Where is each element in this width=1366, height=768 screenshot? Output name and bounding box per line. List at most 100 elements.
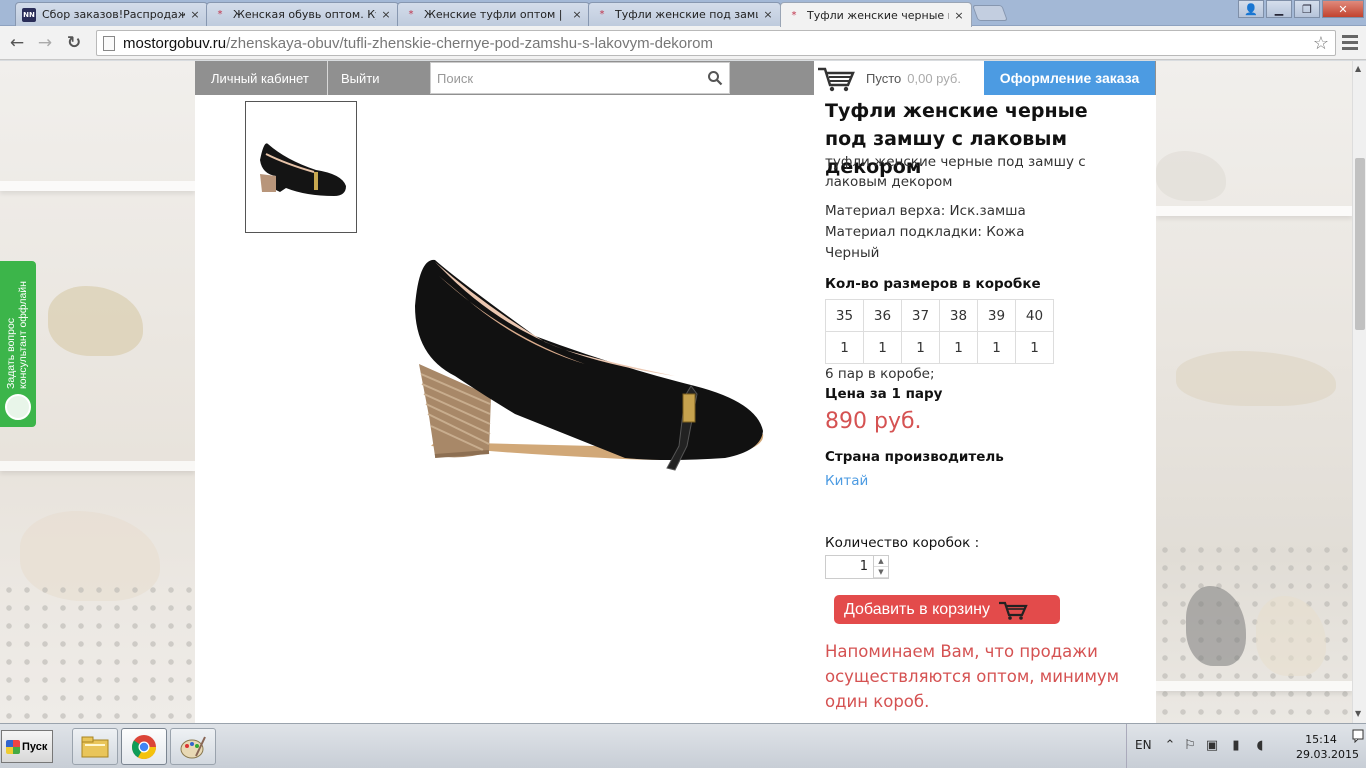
- taskbar-paint[interactable]: [170, 728, 216, 765]
- taskbar-explorer[interactable]: [72, 728, 118, 765]
- tab-close-icon[interactable]: ×: [380, 8, 392, 21]
- add-to-cart-label: Добавить в корзину: [844, 600, 991, 618]
- new-tab-button[interactable]: [972, 5, 1008, 21]
- system-clock[interactable]: 15:14 29.03.2015: [1296, 732, 1359, 762]
- user-profile-icon[interactable]: 👤: [1238, 0, 1264, 18]
- browser-tab-strip: NN Сбор заказов!Распродажа до × * Женска…: [0, 0, 1366, 27]
- chrome-icon: [132, 734, 156, 759]
- sizes-table: 35 36 37 38 39 40 1 1 1 1 1 1: [825, 299, 1054, 364]
- forward-button[interactable]: →: [34, 32, 56, 54]
- minimize-window-button[interactable]: ▁: [1266, 0, 1292, 18]
- volume-icon[interactable]: ◖: [1253, 739, 1267, 753]
- network-signal-icon[interactable]: ▮: [1229, 739, 1243, 753]
- search-icon[interactable]: [707, 70, 723, 86]
- language-indicator[interactable]: EN: [1135, 738, 1152, 752]
- vertical-scrollbar[interactable]: ▲ ▼: [1352, 61, 1366, 723]
- tab-close-icon[interactable]: ×: [762, 8, 774, 21]
- tab-label: Туфли женские черные под: [807, 8, 949, 22]
- page-icon: [103, 35, 115, 51]
- checkout-button[interactable]: Оформление заказа: [984, 61, 1155, 95]
- count-cell: 1: [825, 331, 864, 364]
- nav-divider: [327, 61, 328, 95]
- scrollbar-thumb[interactable]: [1355, 158, 1365, 330]
- reload-button[interactable]: ↻: [63, 32, 85, 54]
- add-to-cart-button[interactable]: Добавить в корзину: [834, 595, 1060, 624]
- browser-tab-2[interactable]: * Женская обувь оптом. Купить ×: [206, 2, 399, 26]
- count-cell: 1: [977, 331, 1016, 364]
- quantity-stepper[interactable]: 1 ▲ ▼: [825, 555, 889, 579]
- product-subtitle: туфли женские черные под замшу с лаковым…: [825, 154, 1086, 190]
- url-path: /zhenskaya-obuv/tufli-zhenskie-chernye-p…: [226, 34, 713, 52]
- start-button[interactable]: Пуск: [1, 730, 53, 763]
- search-input[interactable]: Поиск: [430, 62, 730, 94]
- restore-window-button[interactable]: ❐: [1294, 0, 1320, 18]
- cart-icon: [999, 601, 1028, 620]
- price-label: Цена за 1 пару: [825, 386, 943, 402]
- material-upper: Материал верха: Иск.замша: [825, 203, 1026, 219]
- close-window-button[interactable]: ✕: [1322, 0, 1364, 18]
- action-center-flag-icon[interactable]: ⚐: [1183, 739, 1197, 753]
- size-cell: 38: [939, 299, 978, 332]
- address-bar[interactable]: mostorgobuv.ru/zhenskaya-obuv/tufli-zhen…: [96, 30, 1336, 56]
- show-desktop-button[interactable]: [1352, 729, 1364, 763]
- size-cell: 39: [977, 299, 1016, 332]
- counts-row: 1 1 1 1 1 1: [825, 331, 1054, 364]
- quantity-value: 1: [859, 559, 868, 574]
- device-icon[interactable]: ▣: [1205, 739, 1219, 753]
- folder-icon: [81, 736, 109, 757]
- consultant-icon: [5, 394, 31, 420]
- count-cell: 1: [863, 331, 902, 364]
- browser-tab-4[interactable]: * Туфли женские под замшу с ×: [588, 2, 781, 26]
- site-header-bar: Личный кабинет Выйти Поиск Пусто 0,00 ру…: [195, 61, 1156, 95]
- chrome-menu-icon[interactable]: [1342, 35, 1358, 53]
- sizes-row: 35 36 37 38 39 40: [825, 299, 1054, 332]
- browser-tab-5-active[interactable]: * Туфли женские черные под ×: [780, 2, 972, 27]
- scroll-up-icon[interactable]: ▲: [1355, 64, 1361, 73]
- product-color: Черный: [825, 245, 880, 261]
- section-divider: [840, 493, 1090, 501]
- tab-close-icon[interactable]: ×: [953, 9, 965, 22]
- chevron-up-icon[interactable]: ▲: [874, 556, 888, 567]
- cart-empty-label: Пусто: [866, 70, 902, 86]
- scroll-down-icon[interactable]: ▼: [1355, 709, 1361, 718]
- tab-favicon-icon: *: [408, 9, 414, 20]
- size-cell: 40: [1015, 299, 1054, 332]
- widget-line-2: консультант оффлайн: [17, 281, 29, 389]
- logout-link[interactable]: Выйти: [341, 61, 380, 95]
- material-lining: Материал подкладки: Кожа: [825, 224, 1025, 240]
- product-price: 890 руб.: [825, 409, 922, 434]
- quantity-spinner[interactable]: ▲ ▼: [873, 556, 888, 578]
- shoe-thumbnail-image: [260, 143, 346, 196]
- browser-tab-1[interactable]: NN Сбор заказов!Распродажа до ×: [15, 2, 208, 26]
- tab-label: Женские туфли оптом | Веб-: [424, 8, 567, 21]
- product-thumbnail[interactable]: [245, 101, 357, 233]
- tab-close-icon[interactable]: ×: [189, 8, 201, 21]
- cart-icon: [818, 67, 855, 92]
- widget-line-1: Задать вопрос: [5, 317, 17, 389]
- tab-label: Туфли женские под замшу с: [615, 8, 758, 21]
- country-link[interactable]: Китай: [825, 473, 868, 489]
- country-label: Страна производитель: [825, 449, 1004, 465]
- windows-taskbar: Пуск EN ⌃ ⚐ ▣ ▮ ◖ 15:14 29.03.2015: [0, 723, 1366, 768]
- browser-tab-3[interactable]: * Женские туфли оптом | Веб- ×: [397, 2, 590, 26]
- count-cell: 1: [901, 331, 940, 364]
- bookmark-star-icon[interactable]: ☆: [1313, 33, 1329, 54]
- tray-expand-icon[interactable]: ⌃: [1163, 739, 1177, 753]
- back-button[interactable]: ←: [6, 32, 28, 54]
- taskbar-chrome[interactable]: [121, 728, 167, 765]
- cart-sum: 0,00 руб.: [907, 70, 961, 86]
- size-cell: 36: [863, 299, 902, 332]
- ask-question-widget[interactable]: Задать вопрос консультант оффлайн: [0, 261, 36, 427]
- widget-text: Задать вопрос консультант оффлайн: [5, 281, 29, 389]
- size-cell: 37: [901, 299, 940, 332]
- chevron-down-icon[interactable]: ▼: [874, 567, 888, 578]
- account-link[interactable]: Личный кабинет: [211, 61, 309, 95]
- wholesale-notice: Напоминаем Вам, что продажи осуществляют…: [825, 642, 1120, 711]
- tab-label: Сбор заказов!Распродажа до: [42, 8, 185, 21]
- clock-time: 15:14: [1305, 733, 1337, 746]
- windows-logo-icon: [6, 739, 20, 754]
- product-main-image[interactable]: [395, 246, 785, 486]
- tab-close-icon[interactable]: ×: [571, 8, 583, 21]
- mini-cart[interactable]: Пусто 0,00 руб.: [814, 61, 984, 95]
- count-cell: 1: [1015, 331, 1054, 364]
